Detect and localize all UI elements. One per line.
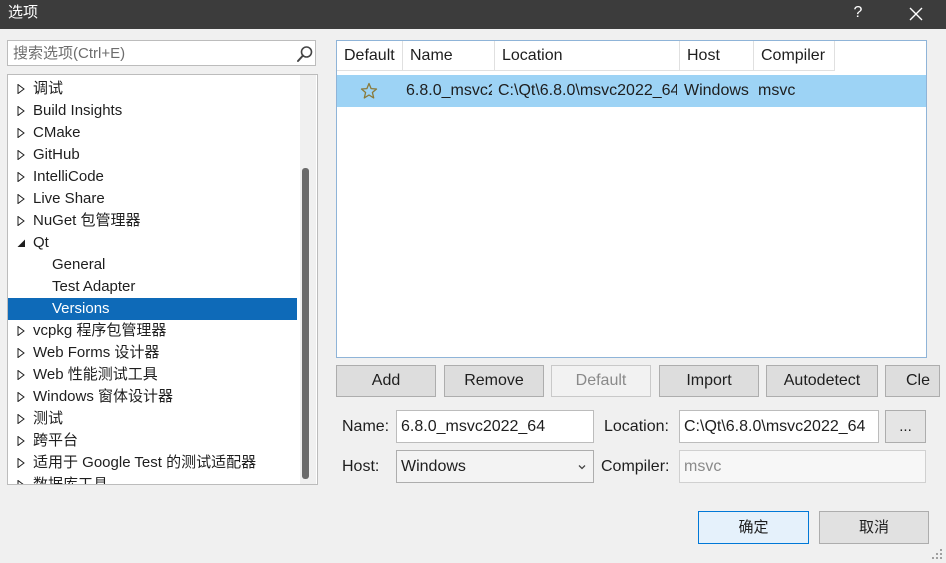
expand-arrow-icon[interactable]	[16, 414, 26, 424]
search-icon[interactable]	[296, 45, 314, 63]
column-header-default[interactable]: Default	[337, 41, 403, 71]
expand-arrow-icon[interactable]	[16, 392, 26, 402]
expand-arrow-icon[interactable]	[16, 106, 26, 116]
autodetect-button[interactable]: Autodetect	[766, 365, 878, 397]
tree-item[interactable]: 适用于 Google Test 的测试适配器	[8, 452, 297, 474]
expand-arrow-icon[interactable]	[16, 326, 26, 336]
collapse-arrow-icon[interactable]	[16, 238, 26, 248]
expand-arrow-icon[interactable]	[16, 436, 26, 446]
tree-item-label: IntelliCode	[33, 168, 104, 185]
column-header-compiler[interactable]: Compiler	[754, 41, 835, 71]
clean-button[interactable]: Cle	[885, 365, 940, 397]
browse-button[interactable]: ...	[885, 410, 926, 443]
tree-scrollbar[interactable]	[300, 75, 316, 484]
tree-list: 调试 Build Insights CMake GitHub IntelliCode Li…	[8, 78, 297, 485]
expand-arrow-icon[interactable]	[16, 128, 26, 138]
tree-item-label: 数据库工具	[33, 476, 109, 485]
options-tree: 调试 Build Insights CMake GitHub IntelliCode Li…	[7, 74, 318, 485]
tree-item[interactable]: Test Adapter	[8, 276, 297, 298]
ok-button[interactable]: 确定	[698, 511, 809, 544]
tree-item[interactable]: 测试	[8, 408, 297, 430]
cell-host: Windows	[684, 82, 749, 99]
tree-item-label: Live Share	[33, 190, 105, 207]
tree-item[interactable]: Web Forms 设计器	[8, 342, 297, 364]
tree-scrollbar-thumb[interactable]	[302, 168, 309, 479]
location-label: Location:	[604, 418, 669, 435]
tree-item-label: Qt	[33, 234, 49, 251]
location-field[interactable]: C:\Qt\6.8.0\msvc2022_64	[679, 410, 879, 443]
tree-item[interactable]: IntelliCode	[8, 166, 297, 188]
name-field[interactable]: 6.8.0_msvc2022_64	[396, 410, 594, 443]
tree-item[interactable]: Build Insights	[8, 100, 297, 122]
window-title: 选项	[8, 4, 39, 21]
help-button[interactable]: ?	[848, 0, 868, 29]
tree-item[interactable]: Live Share	[8, 188, 297, 210]
expand-arrow-icon[interactable]	[16, 194, 26, 204]
import-button[interactable]: Import	[659, 365, 759, 397]
tree-item-label: NuGet 包管理器	[33, 212, 141, 229]
tree-item-label: Test Adapter	[52, 278, 136, 295]
tree-item[interactable]: NuGet 包管理器	[8, 210, 297, 232]
cancel-button[interactable]: 取消	[819, 511, 929, 544]
resize-grip-icon[interactable]	[930, 547, 944, 561]
tree-item[interactable]: General	[8, 254, 297, 276]
column-header-host[interactable]: Host	[680, 41, 754, 71]
tree-item-label: 跨平台	[33, 432, 79, 449]
cell-location: C:\Qt\6.8.0\msvc2022_64	[498, 82, 677, 99]
host-label: Host:	[342, 458, 380, 475]
tree-item-label: 适用于 Google Test 的测试适配器	[33, 454, 257, 471]
tree-item[interactable]: vcpkg 程序包管理器	[8, 320, 297, 342]
column-header-location[interactable]: Location	[495, 41, 680, 71]
tree-item[interactable]: 调试	[8, 78, 297, 100]
tree-item[interactable]: CMake	[8, 122, 297, 144]
tree-item[interactable]: 跨平台	[8, 430, 297, 452]
compiler-field[interactable]: msvc	[679, 450, 926, 483]
expand-arrow-icon[interactable]	[16, 216, 26, 226]
expand-arrow-icon[interactable]	[16, 150, 26, 160]
remove-button[interactable]: Remove	[444, 365, 544, 397]
column-header-name[interactable]: Name	[403, 41, 495, 71]
tree-item-label: Build Insights	[33, 102, 123, 119]
host-dropdown[interactable]: Windows	[396, 450, 594, 483]
close-icon	[909, 7, 923, 21]
tree-item-label: GitHub	[33, 146, 80, 163]
tree-item-label: General	[52, 256, 106, 273]
compiler-label: Compiler:	[601, 458, 670, 475]
table-row[interactable]: 6.8.0_msvc2022_64 C:\Qt\6.8.0\msvc2022_6…	[337, 75, 926, 107]
expand-arrow-icon[interactable]	[16, 84, 26, 94]
tree-item[interactable]: Windows 窗体设计器	[8, 386, 297, 408]
tree-item[interactable]: GitHub	[8, 144, 297, 166]
tree-item-label: Versions	[52, 300, 110, 317]
chevron-down-icon	[578, 465, 586, 470]
tree-item-label: Web 性能测试工具	[33, 366, 158, 383]
tree-item[interactable]: Web 性能测试工具	[8, 364, 297, 386]
qt-versions-table: Default Name Location Host Compiler 6.8.…	[336, 40, 927, 358]
tree-item[interactable]: Qt	[8, 232, 297, 254]
expand-arrow-icon[interactable]	[16, 480, 26, 485]
tree-item[interactable]: Versions	[8, 298, 297, 320]
name-label: Name:	[342, 418, 390, 435]
tree-item-label: vcpkg 程序包管理器	[33, 322, 167, 339]
tree-item-label: CMake	[33, 124, 81, 141]
expand-arrow-icon[interactable]	[16, 172, 26, 182]
cell-name: 6.8.0_msvc2022_64	[406, 82, 492, 99]
host-selected-value: Windows	[401, 458, 466, 475]
tree-item-label: Web Forms 设计器	[33, 344, 160, 361]
tree-item[interactable]: 数据库工具	[8, 474, 297, 485]
expand-arrow-icon[interactable]	[16, 370, 26, 380]
close-button[interactable]	[898, 0, 934, 29]
cell-compiler: msvc	[758, 82, 796, 99]
tree-item-label: 测试	[33, 410, 64, 427]
add-button[interactable]: Add	[336, 365, 436, 397]
expand-arrow-icon[interactable]	[16, 458, 26, 468]
table-header: Default Name Location Host Compiler	[337, 41, 926, 71]
options-search-box[interactable]	[7, 40, 316, 66]
title-bar: 选项 ?	[0, 0, 946, 29]
default-button[interactable]: Default	[551, 365, 651, 397]
expand-arrow-icon[interactable]	[16, 348, 26, 358]
star-icon[interactable]	[360, 82, 378, 100]
tree-item-label: Windows 窗体设计器	[33, 388, 174, 405]
tree-item-label: 调试	[33, 80, 64, 97]
search-input[interactable]	[8, 41, 288, 65]
